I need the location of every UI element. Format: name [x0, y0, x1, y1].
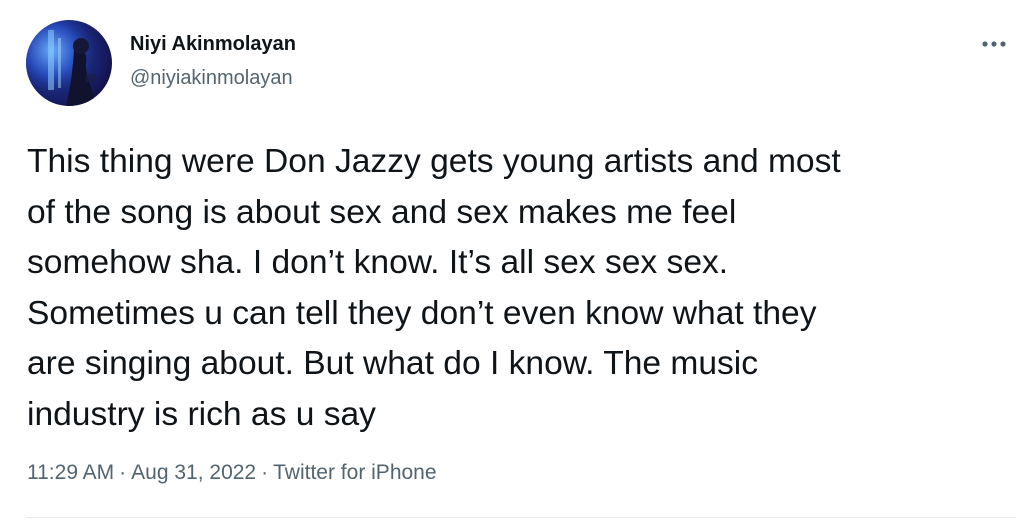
- tweet-time[interactable]: 11:29 AM: [27, 461, 114, 484]
- divider: [26, 517, 1016, 518]
- tweet-source[interactable]: Twitter for iPhone: [273, 461, 436, 484]
- avatar-photo: [26, 20, 112, 106]
- author-name[interactable]: Niyi Akinmolayan: [130, 32, 296, 56]
- meta-separator: ·: [119, 461, 127, 484]
- more-dots-icon: [982, 41, 1006, 47]
- tweet-card: Niyi Akinmolayan @niyiakinmolayan This t…: [0, 0, 1024, 521]
- avatar[interactable]: [26, 20, 112, 106]
- author-handle[interactable]: @niyiakinmolayan: [130, 66, 293, 90]
- tweet-metadata: 11:29 AM · Aug 31, 2022 · Twitter for iPhone: [27, 460, 437, 486]
- meta-separator: ·: [261, 461, 269, 484]
- more-options-button[interactable]: [972, 26, 1016, 62]
- tweet-date[interactable]: Aug 31, 2022: [131, 461, 256, 484]
- tweet-text: This thing were Don Jazzy gets young art…: [27, 143, 841, 433]
